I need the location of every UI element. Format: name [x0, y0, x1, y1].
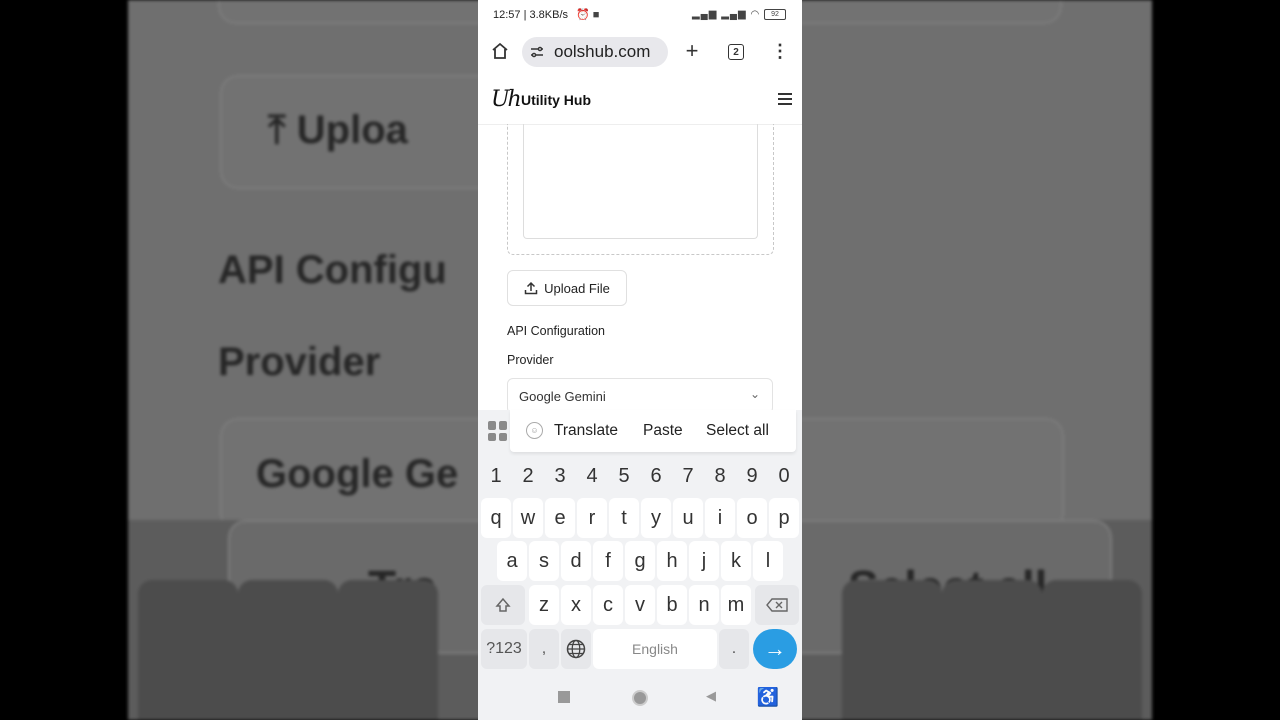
signal-icon: ▂▄▆ [691, 9, 718, 21]
globe-icon [566, 639, 586, 659]
key-l[interactable]: l [753, 541, 783, 581]
key-m[interactable]: m [721, 585, 751, 625]
key-q[interactable]: q [481, 498, 511, 538]
home-button[interactable] [490, 41, 510, 61]
enter-key[interactable]: → [753, 629, 797, 669]
key-g[interactable]: g [625, 541, 655, 581]
site-settings-icon[interactable] [530, 45, 544, 59]
key-p[interactable]: p [769, 498, 799, 538]
url-text: oolshub.com [554, 42, 651, 61]
site-title[interactable]: Utility Hub [521, 92, 591, 108]
chevron-down-icon: ⌄ [749, 387, 760, 401]
status-time-speed: 12:57 | 3.8KB/s [493, 9, 569, 21]
file-dropzone[interactable] [507, 124, 774, 255]
upload-file-label: Upload File [544, 280, 610, 296]
home-nav-icon[interactable] [632, 690, 648, 706]
key-8[interactable]: 8 [705, 456, 735, 496]
key-d[interactable]: d [561, 541, 591, 581]
key-6[interactable]: 6 [641, 456, 671, 496]
site-logo[interactable]: Uh [491, 87, 522, 112]
browser-menu-button[interactable]: ⋮ [770, 41, 790, 61]
backspace-key[interactable] [755, 585, 799, 625]
upload-file-button[interactable]: Upload File [507, 270, 627, 306]
key-r[interactable]: r [577, 498, 607, 538]
key-j[interactable]: j [689, 541, 719, 581]
upload-icon [524, 281, 538, 295]
translate-icon: ☺ [526, 422, 543, 439]
new-tab-button[interactable]: + [682, 38, 702, 63]
paste-button[interactable]: Paste [643, 422, 683, 440]
shift-key[interactable] [481, 585, 525, 625]
key-x[interactable]: x [561, 585, 591, 625]
battery-icon: 92 [764, 9, 786, 20]
back-icon[interactable]: ◀ [704, 688, 718, 704]
api-configuration-heading: API Configuration [507, 324, 605, 338]
home-icon [492, 42, 508, 59]
shift-icon [495, 597, 511, 612]
key-3[interactable]: 3 [545, 456, 575, 496]
browser-toolbar: oolshub.com + 2 ⋮ [478, 30, 802, 74]
text-input-area[interactable] [523, 124, 758, 239]
symbols-key[interactable]: ?123 [481, 629, 527, 669]
key-z[interactable]: z [529, 585, 559, 625]
tab-switcher-button[interactable]: 2 [726, 42, 746, 62]
key-5[interactable]: 5 [609, 456, 639, 496]
key-a[interactable]: a [497, 541, 527, 581]
more-vert-icon: ⋮ [771, 40, 789, 61]
key-o[interactable]: o [737, 498, 767, 538]
key-v[interactable]: v [625, 585, 655, 625]
tab-count: 2 [728, 44, 744, 60]
provider-label: Provider [507, 353, 554, 367]
key-e[interactable]: e [545, 498, 575, 538]
status-bar: 12:57 | 3.8KB/s ⏰ ■ ▂▄▆ ▂▄▆ ◠ 92 [478, 0, 802, 30]
address-bar[interactable]: oolshub.com [522, 37, 668, 67]
comma-key[interactable]: , [529, 629, 559, 669]
provider-select-value: Google Gemini [519, 389, 606, 404]
key-n[interactable]: n [689, 585, 719, 625]
key-w[interactable]: w [513, 498, 543, 538]
apps-grid-icon[interactable] [488, 421, 508, 441]
key-u[interactable]: u [673, 498, 703, 538]
accessibility-icon[interactable]: ♿ [757, 687, 779, 707]
provider-select[interactable]: Google Gemini ⌄ [507, 378, 773, 414]
recents-icon[interactable] [558, 691, 570, 703]
key-2[interactable]: 2 [513, 456, 543, 496]
hamburger-menu-icon[interactable] [778, 93, 792, 105]
key-y[interactable]: y [641, 498, 671, 538]
key-f[interactable]: f [593, 541, 623, 581]
key-k[interactable]: k [721, 541, 751, 581]
on-screen-keyboard: ☺ Translate Paste Select all 1 2 3 4 5 6… [478, 410, 802, 720]
translate-button[interactable]: Translate [554, 422, 618, 440]
site-header: Uh Utility Hub [478, 74, 802, 125]
select-all-button[interactable]: Select all [706, 422, 769, 440]
phone-screen: 12:57 | 3.8KB/s ⏰ ■ ▂▄▆ ▂▄▆ ◠ 92 oolshub… [478, 0, 802, 720]
key-s[interactable]: s [529, 541, 559, 581]
key-4[interactable]: 4 [577, 456, 607, 496]
arrow-right-icon: → [764, 636, 786, 661]
language-key[interactable] [561, 629, 591, 669]
alarm-icon: ⏰ ■ [576, 9, 600, 21]
clipboard-toolbar: ☺ Translate Paste Select all [510, 410, 796, 452]
key-h[interactable]: h [657, 541, 687, 581]
key-0[interactable]: 0 [769, 456, 799, 496]
key-9[interactable]: 9 [737, 456, 767, 496]
key-t[interactable]: t [609, 498, 639, 538]
backspace-icon [766, 598, 788, 612]
period-key[interactable]: . [719, 629, 749, 669]
key-1[interactable]: 1 [481, 456, 511, 496]
key-b[interactable]: b [657, 585, 687, 625]
key-c[interactable]: c [593, 585, 623, 625]
key-i[interactable]: i [705, 498, 735, 538]
plus-icon: + [685, 38, 699, 63]
key-7[interactable]: 7 [673, 456, 703, 496]
space-bar[interactable]: English [593, 629, 717, 669]
signal-icon-2: ▂▄▆ [721, 9, 747, 21]
wifi-icon: ◠ [750, 9, 761, 21]
status-icons: ▂▄▆ ▂▄▆ ◠ 92 [692, 9, 786, 20]
system-nav-bar: ◀ ♿ [478, 676, 802, 720]
